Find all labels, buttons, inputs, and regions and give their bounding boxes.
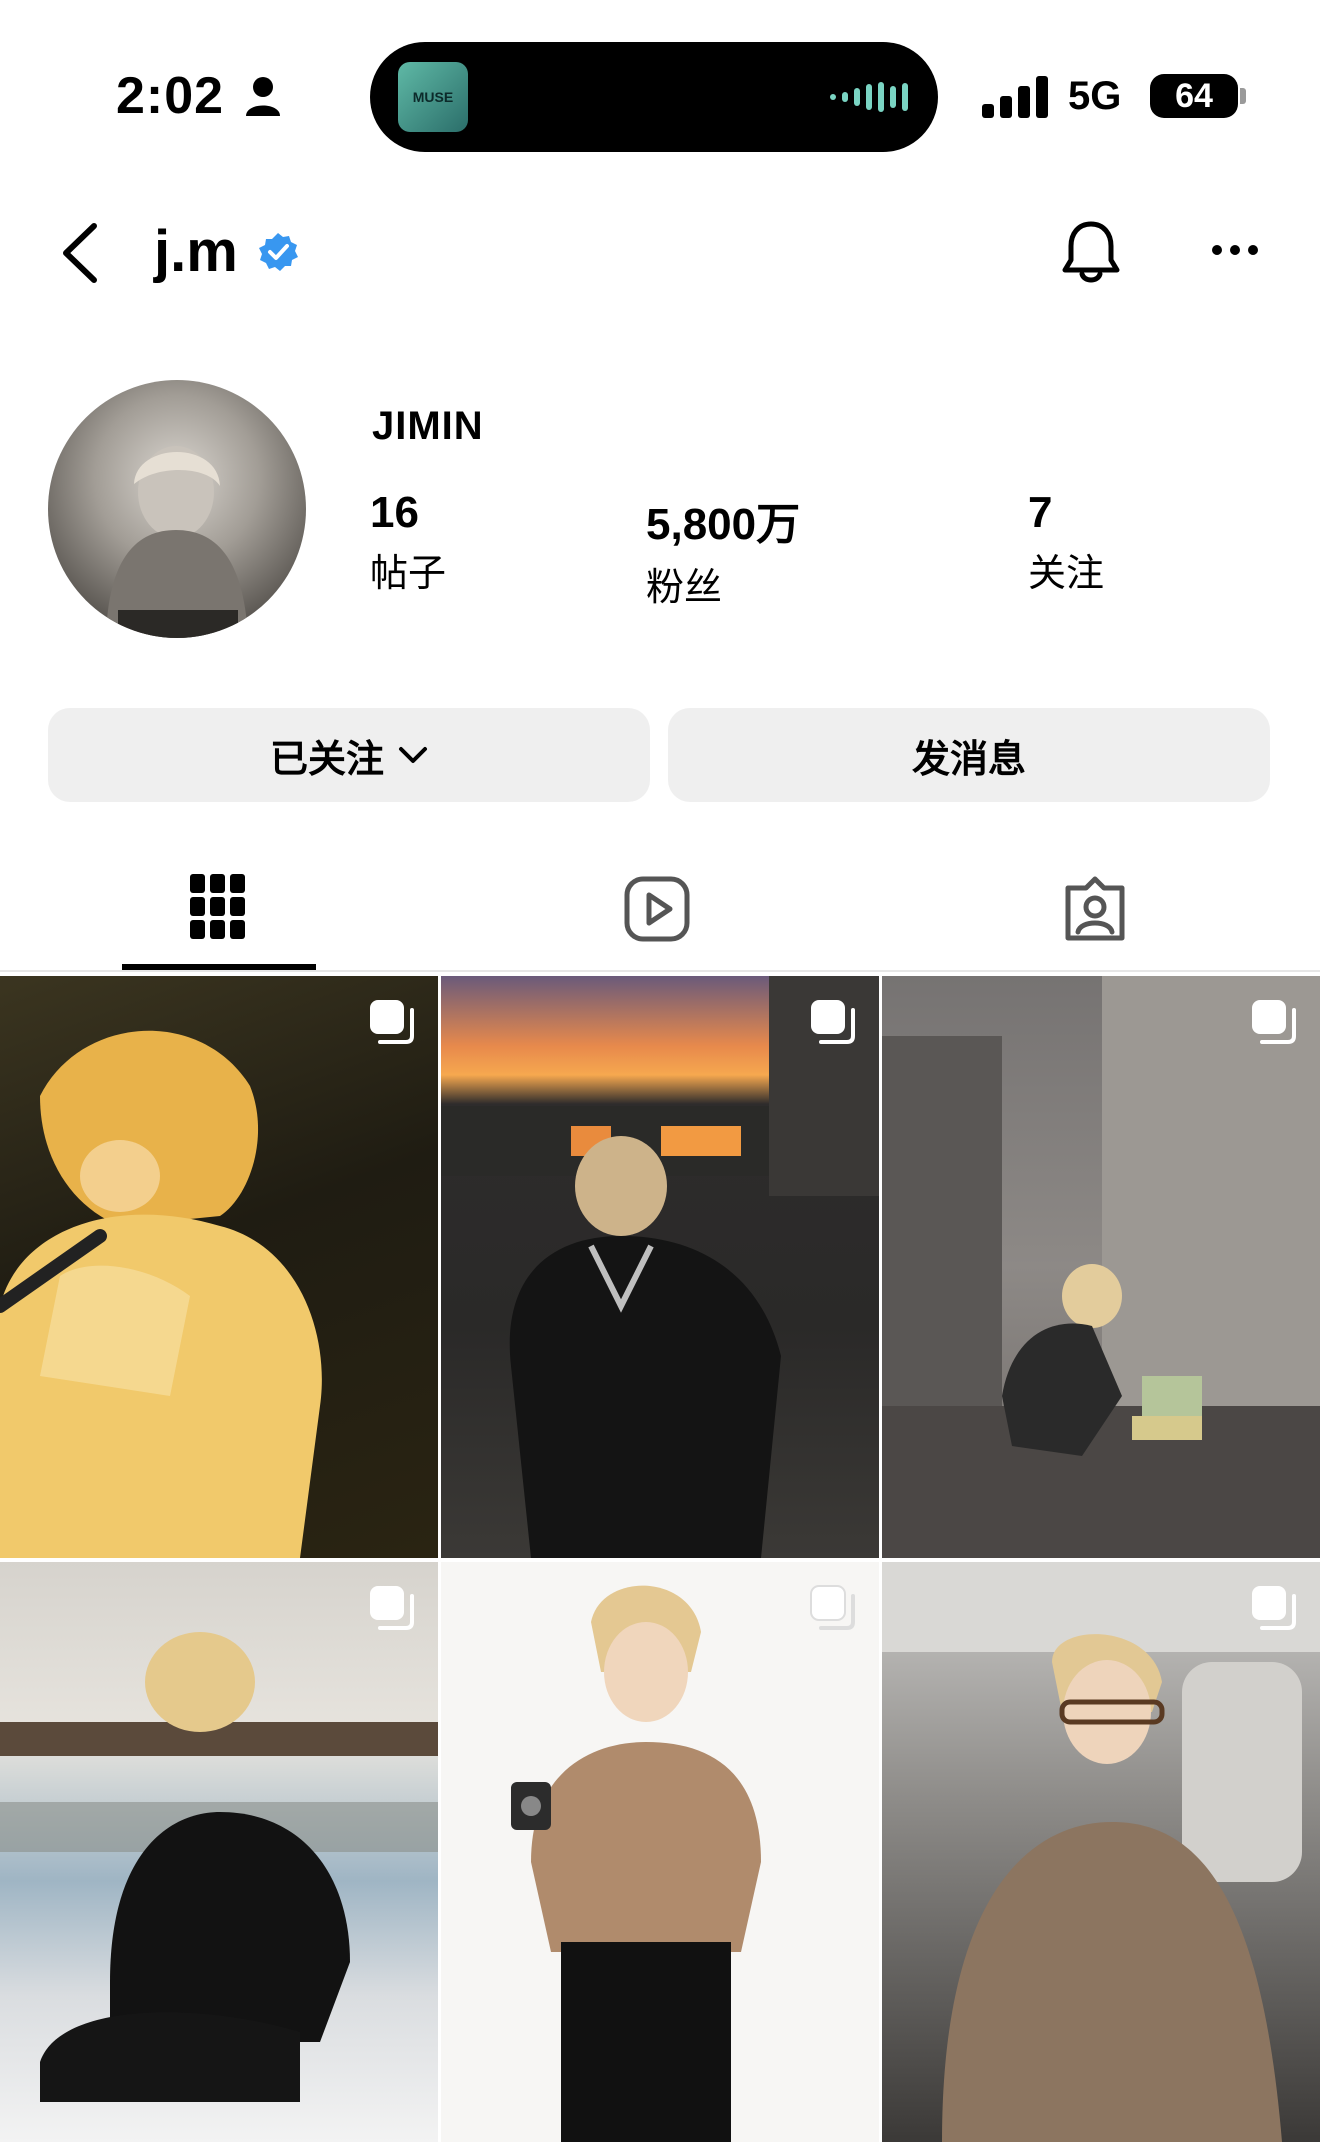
post-tile[interactable]: [441, 976, 879, 1558]
post-tile[interactable]: [0, 1562, 438, 2142]
dynamic-island[interactable]: MUSE: [370, 42, 938, 152]
post-tile[interactable]: [0, 976, 438, 1558]
verified-badge-icon: [259, 233, 298, 271]
display-name: JIMIN: [372, 404, 484, 448]
grid-icon: [190, 874, 245, 939]
person-icon: [246, 77, 280, 116]
post-tile[interactable]: [882, 1562, 1320, 2142]
tab-tagged[interactable]: [998, 860, 1192, 960]
tab-reels[interactable]: [560, 860, 754, 960]
stat-followers-label: 粉丝: [646, 567, 723, 609]
post-image: [441, 976, 879, 1558]
post-image: [882, 1562, 1320, 2142]
stat-followers-value: 5,800万: [646, 500, 801, 549]
message-button-label: 发消息: [911, 738, 1026, 781]
post-tile[interactable]: [882, 976, 1320, 1558]
multiple-posts-icon: [810, 1585, 855, 1630]
following-button[interactable]: 已关注: [48, 708, 650, 802]
now-playing-art: MUSE: [398, 62, 468, 132]
post-image: [0, 1030, 322, 1558]
time-text: 2:02: [116, 67, 225, 125]
following-button-label: 已关注: [269, 738, 384, 781]
battery-icon: 64: [1150, 74, 1238, 118]
multiple-posts-icon: [1252, 1000, 1296, 1044]
chevron-down-icon: [399, 747, 427, 763]
stat-following[interactable]: 7 关注: [1028, 488, 1104, 597]
network-label: 5G: [1068, 74, 1122, 118]
tab-posts-grid[interactable]: [122, 860, 316, 960]
message-button[interactable]: 发消息: [668, 708, 1270, 802]
stat-following-label: 关注: [1028, 553, 1105, 595]
stat-posts-value: 16: [370, 488, 419, 537]
avatar-portrait: [106, 446, 248, 638]
profile-avatar[interactable]: [48, 380, 306, 638]
back-icon[interactable]: [58, 222, 104, 284]
stat-posts[interactable]: 16 帖子: [370, 488, 446, 597]
signal-icon: [982, 74, 1048, 118]
island-art-text: MUSE: [412, 89, 454, 105]
stat-followers[interactable]: 5,800万 粉丝: [646, 488, 800, 611]
post-image: [511, 1585, 761, 2142]
multiple-posts-icon: [370, 1586, 414, 1630]
profile-username: j.m: [154, 219, 238, 284]
more-options-icon[interactable]: [1210, 240, 1260, 260]
notification-bell-icon[interactable]: [1060, 218, 1122, 286]
multiple-posts-icon: [370, 1000, 414, 1044]
battery-level: 64: [1175, 77, 1213, 115]
multiple-posts-icon: [811, 1000, 855, 1044]
tagged-icon: [1065, 876, 1125, 941]
status-time: 2:02: [116, 66, 224, 126]
post-tile[interactable]: [441, 1562, 879, 2142]
stat-following-value: 7: [1028, 488, 1053, 537]
reels-icon: [624, 876, 690, 942]
tab-divider: [0, 970, 1320, 972]
post-image: [882, 976, 1320, 1558]
battery-tip: [1240, 88, 1246, 104]
post-image: [0, 1632, 438, 2102]
multiple-posts-icon: [1252, 1586, 1296, 1630]
audio-wave-icon: [830, 82, 908, 112]
stat-posts-label: 帖子: [370, 553, 447, 595]
